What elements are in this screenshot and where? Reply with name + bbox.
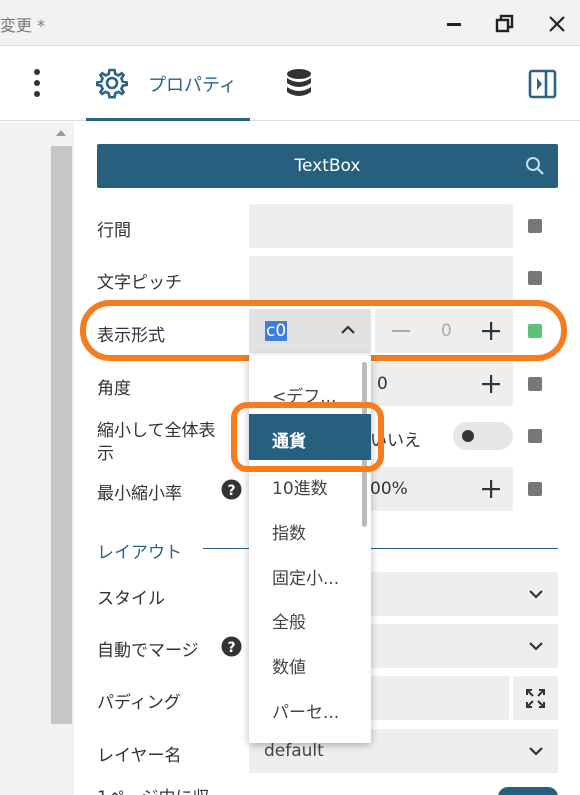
char-pitch-label: 文字ピッチ (97, 273, 182, 293)
tab-properties[interactable]: プロパティ (86, 48, 250, 118)
plus-icon[interactable] (482, 480, 500, 498)
min-shrink-value: 00% (370, 479, 408, 499)
min-shrink-input[interactable]: 00% (365, 467, 513, 511)
scrollbar-thumb[interactable] (51, 146, 72, 724)
search-icon[interactable] (525, 156, 545, 176)
fit-one-page-toggle[interactable] (498, 787, 558, 795)
svg-text:?: ? (227, 483, 235, 499)
help-icon[interactable]: ? (221, 479, 242, 500)
control-name: TextBox (294, 156, 361, 176)
angle-label: 角度 (97, 379, 131, 399)
currency-option-highlight (231, 402, 384, 472)
layer-name-value: default (264, 741, 324, 761)
shrink-to-fit-default-marker[interactable] (528, 429, 542, 443)
more-vertical-icon (34, 69, 40, 97)
shrink-to-fit-label-2: 示 (97, 444, 114, 464)
help-icon[interactable]: ? (221, 636, 242, 657)
tab-properties-label: プロパティ (148, 75, 237, 96)
fit-one-page-label: 1ページ内に収 (97, 783, 209, 795)
chevron-down-icon (529, 590, 543, 599)
close-button[interactable] (540, 7, 574, 41)
plus-icon[interactable] (482, 375, 500, 393)
control-header: TextBox (97, 144, 558, 188)
chevron-down-icon (529, 747, 543, 756)
layer-name-label: レイヤー名 (97, 746, 182, 766)
angle-value: 0 (377, 374, 388, 394)
line-spacing-label: 行間 (97, 221, 131, 241)
format-option-decimal[interactable]: 10進数 (272, 474, 328, 499)
format-option-percent[interactable]: パーセ... (272, 698, 339, 723)
format-option-exponent[interactable]: 指数 (272, 519, 306, 544)
format-option-general[interactable]: 全般 (272, 608, 306, 633)
char-pitch-default-marker[interactable] (528, 271, 542, 285)
restore-button[interactable] (488, 7, 522, 41)
line-spacing-input[interactable] (249, 204, 513, 248)
style-label: スタイル (97, 589, 165, 609)
database-icon (287, 69, 311, 96)
gear-icon (96, 68, 128, 99)
char-pitch-input[interactable] (249, 256, 513, 300)
padding-expand-button[interactable] (513, 676, 558, 720)
padding-label: パディング (97, 693, 181, 713)
active-tab-indicator (86, 118, 250, 121)
format-option-fixed[interactable]: 固定小... (272, 564, 339, 589)
line-spacing-default-marker[interactable] (528, 219, 542, 233)
left-gutter (0, 122, 50, 795)
min-shrink-default-marker[interactable] (528, 482, 542, 496)
side-panel-icon (528, 69, 557, 99)
shrink-to-fit-label-1: 縮小して全体表 (97, 421, 216, 441)
close-icon (549, 16, 565, 32)
minimize-button[interactable] (437, 7, 471, 41)
svg-text:?: ? (227, 640, 235, 656)
scroll-up-arrow-icon[interactable] (55, 128, 67, 138)
window-title: 変更 * (0, 16, 46, 35)
layout-section-title: レイアウト (97, 543, 182, 563)
minimize-icon (447, 23, 461, 26)
toggle-knob (462, 430, 474, 442)
tab-data[interactable] (284, 68, 314, 100)
shrink-to-fit-toggle[interactable] (453, 422, 513, 450)
min-shrink-label: 最小縮小率 (97, 484, 182, 504)
display-format-highlight (80, 300, 567, 361)
chevron-down-icon (529, 642, 543, 651)
restore-icon (495, 14, 514, 33)
format-option-number[interactable]: 数値 (272, 653, 306, 678)
auto-margin-label: 自動でマージ (97, 641, 199, 661)
expand-icon (526, 689, 545, 708)
angle-default-marker[interactable] (528, 377, 542, 391)
angle-input[interactable]: 0 (370, 362, 513, 406)
more-menu-button[interactable] (26, 68, 48, 98)
toggle-panel-button[interactable] (528, 68, 558, 100)
